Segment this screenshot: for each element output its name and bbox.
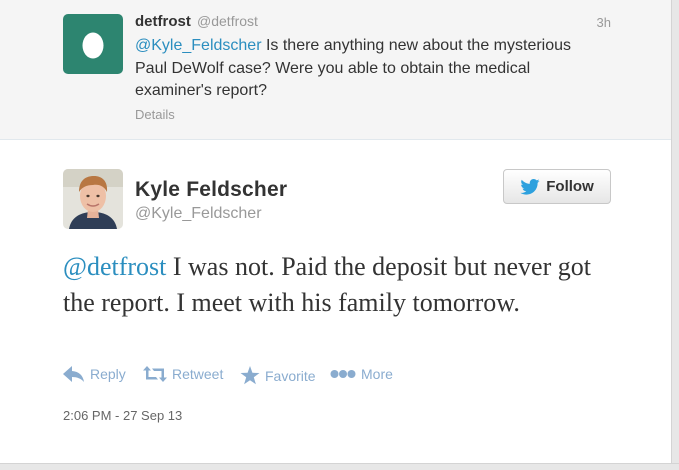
retweet-label: Retweet: [172, 366, 224, 382]
reply-tweet[interactable]: detfrost @detfrost 3h @Kyle_Feldscher Is…: [0, 0, 671, 140]
mention-link[interactable]: @detfrost: [63, 252, 166, 281]
retweet-action[interactable]: Retweet: [143, 366, 223, 382]
favorite-star-icon: [240, 366, 260, 385]
author-handle[interactable]: @Kyle_Feldscher: [135, 205, 262, 223]
reply-timestamp[interactable]: 3h: [597, 15, 611, 30]
reply-label: Reply: [90, 366, 126, 382]
avatar[interactable]: [63, 14, 123, 74]
tweet-timestamp[interactable]: 2:06 PM - 27 Sep 13: [63, 408, 182, 423]
reply-action[interactable]: Reply: [63, 366, 126, 382]
favorite-action[interactable]: Favorite: [240, 366, 316, 385]
follow-button-label: Follow: [546, 178, 594, 195]
reply-mention-link[interactable]: @Kyle_Feldscher: [135, 37, 262, 54]
window-edge-right: [671, 0, 679, 470]
avatar[interactable]: [63, 169, 123, 229]
reply-icon: [63, 366, 84, 382]
reply-author-handle[interactable]: @detfrost: [197, 13, 258, 29]
more-label: More: [361, 366, 393, 382]
author-name[interactable]: Kyle Feldscher: [135, 178, 287, 202]
follow-button[interactable]: Follow: [503, 169, 611, 204]
tweet-text: @detfrost I was not. Paid the deposit bu…: [63, 249, 623, 320]
retweet-icon: [143, 366, 167, 382]
egg-icon: [82, 32, 104, 59]
more-dots-icon: [330, 370, 356, 378]
favorite-label: Favorite: [265, 367, 316, 384]
reply-text: @Kyle_Feldscher Is there anything new ab…: [135, 35, 575, 103]
details-link[interactable]: Details: [135, 107, 175, 122]
window-edge-bottom: [0, 463, 679, 470]
bird-icon: [520, 178, 540, 195]
more-action[interactable]: More: [330, 366, 393, 382]
reply-author-name[interactable]: detfrost: [135, 13, 191, 30]
reply-header: detfrost @detfrost: [135, 13, 258, 30]
